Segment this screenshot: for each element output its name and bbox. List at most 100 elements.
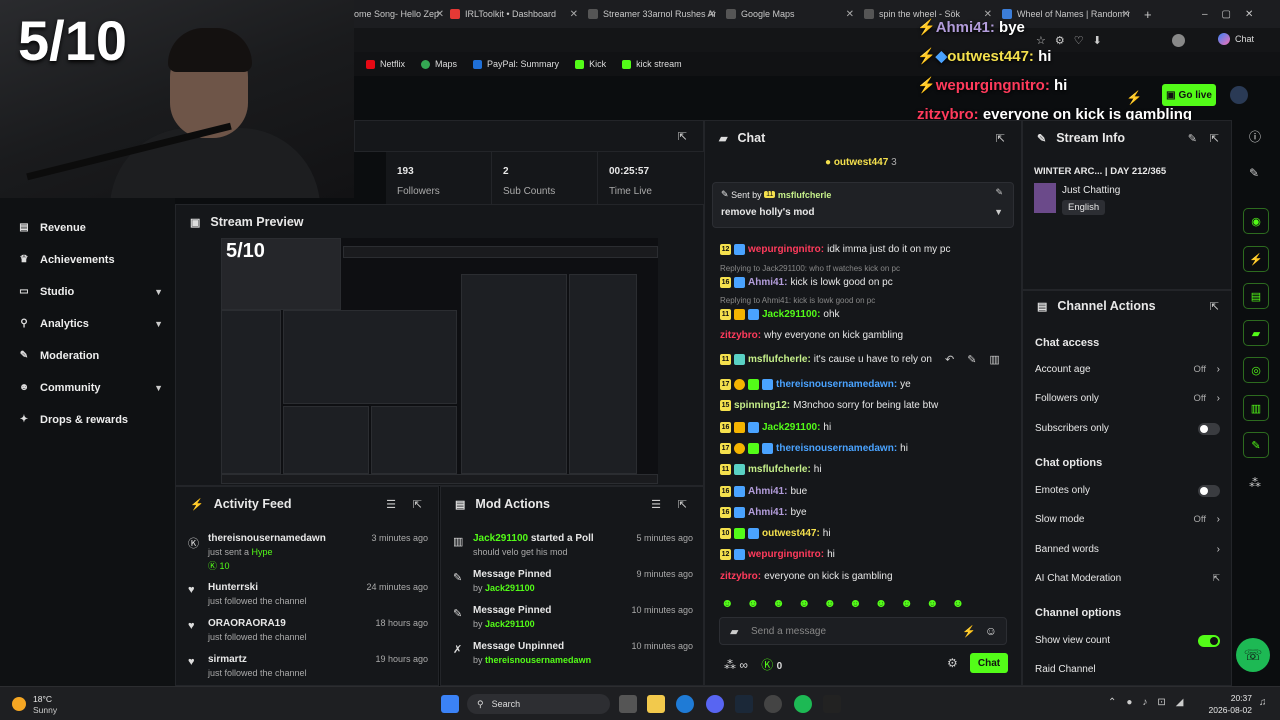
banned-words-row[interactable]: Banned words ›	[1035, 544, 1220, 555]
chat-message[interactable]: zitzybro: why everyone on kick gambling	[720, 327, 1006, 343]
sidebar-item-studio[interactable]: ▭ Studio ▼	[18, 286, 163, 298]
filter-icon[interactable]: ☰	[386, 498, 396, 511]
unpin-icon[interactable]: ✎	[995, 187, 1003, 198]
close-icon[interactable]: ✕	[570, 9, 578, 20]
chat-message[interactable]: 10 outwest447: hi	[720, 525, 1006, 541]
sidebar-item-achievements[interactable]: ♛ Achievements	[18, 254, 163, 266]
stat-time-live: 00:25:57 Time Live	[598, 152, 704, 204]
close-icon[interactable]: ✕	[846, 9, 854, 20]
camera-icon[interactable]: ◉	[1243, 208, 1269, 234]
popout-icon[interactable]: ⇱	[996, 132, 1005, 145]
info-icon[interactable]: ⓘ	[1249, 128, 1261, 145]
chat-bubble-icon[interactable]: ▰	[1243, 320, 1269, 346]
bolt-icon[interactable]: ⚡	[1243, 246, 1269, 272]
settings-gear-icon[interactable]: ⚙	[947, 656, 958, 670]
chat-message[interactable]: zitzybro: everyone on kick is gambling	[720, 568, 1006, 584]
sidebar-item-analytics[interactable]: ⚲ Analytics ▼	[18, 318, 163, 330]
chevron-down-icon[interactable]: ▼	[994, 207, 1003, 217]
row-label: Followers only	[1035, 393, 1099, 404]
chat-message[interactable]: 17 thereisnousernamedawn: hi	[720, 440, 1006, 456]
badge-icon	[762, 442, 773, 454]
bookmark-paypal[interactable]: PayPal: Summary	[473, 59, 559, 69]
ai-moderation-row[interactable]: AI Chat Moderation ⇱	[1035, 573, 1220, 584]
filter-icon[interactable]: ☰	[651, 498, 661, 511]
sidebar-item-moderation[interactable]: ✎ Moderation	[18, 350, 163, 362]
browser-tab[interactable]: ome Song- Hello Zep ✕	[354, 4, 444, 24]
edit-icon[interactable]: ✎	[1249, 166, 1259, 180]
close-icon[interactable]: ✕	[708, 9, 716, 20]
browser-tab[interactable]: Streamer 33arnol Rushes An ✕	[588, 4, 716, 24]
steam-icon[interactable]	[735, 695, 753, 713]
edit-icon[interactable]: ✎	[1188, 132, 1197, 145]
chat-message[interactable]: 16 Ahmi41: bue	[720, 483, 1006, 499]
obs-icon[interactable]	[764, 695, 782, 713]
taskbar-search[interactable]: ⚲ Search	[467, 694, 610, 714]
system-tray-icons[interactable]: ⌃●♪⊡◢	[1108, 697, 1194, 708]
bookmark-maps[interactable]: Maps	[421, 59, 457, 69]
task-view-icon[interactable]	[619, 695, 637, 713]
kick-emote-icon[interactable]: ⚡	[962, 625, 976, 638]
broadcast-icon[interactable]: ◎	[1243, 357, 1269, 383]
bookmark-netflix[interactable]: Netflix	[366, 59, 405, 69]
file-explorer-icon[interactable]	[647, 695, 665, 713]
chat-message[interactable]: 11 msflufcherle: hi	[720, 461, 1006, 477]
windows-start-icon[interactable]	[441, 695, 459, 713]
chat-input-box[interactable]: ▰ Send a message ⚡ ☺	[719, 617, 1007, 645]
layout-icon[interactable]: ▥	[1243, 395, 1269, 421]
stream-preview-video[interactable]: 5/10	[221, 238, 658, 484]
discord-icon[interactable]	[706, 695, 724, 713]
edge-icon[interactable]	[676, 695, 694, 713]
document-icon[interactable]: ▤	[1243, 283, 1269, 309]
emotes-only-toggle[interactable]	[1198, 484, 1220, 497]
emote-bar[interactable]: ☻☻☻☻☻☻☻☻☻☻	[721, 596, 1007, 612]
chat-message[interactable]: 16 Jack291100: hi	[720, 419, 1006, 435]
chat-user: Ahmi41:	[748, 276, 788, 288]
popout-icon[interactable]: ⇱	[413, 498, 422, 511]
chat-message[interactable]: 17 thereisnousernamedawn: ye	[720, 376, 1006, 392]
slow-mode-row[interactable]: Slow mode Off ›	[1035, 514, 1220, 525]
bookmark-kick-stream[interactable]: kick stream	[622, 59, 682, 69]
chat-input-placeholder[interactable]: Send a message	[751, 626, 826, 637]
chat-message[interactable]: 11 Jack291100: ohk	[720, 306, 1006, 322]
pinned-message[interactable]: ✎ Sent by 11 msflufcherle remove holly's…	[712, 182, 1014, 228]
pin-icon: ✎	[453, 608, 463, 620]
send-chat-button[interactable]: Chat	[970, 653, 1008, 673]
support-chat-icon[interactable]: ☏	[1236, 638, 1270, 672]
emoji-icon[interactable]: ☺	[985, 624, 997, 638]
account-age-row[interactable]: Account age Off ›	[1035, 364, 1220, 375]
close-icon[interactable]: ✕	[436, 9, 444, 20]
chat-message[interactable]: 11 msflufcherle: it's cause u have to rely…	[720, 351, 935, 367]
chat-message[interactable]: 16 Ahmi41: bye	[720, 504, 1006, 520]
app-icon[interactable]	[823, 695, 841, 713]
sidebar-item-community[interactable]: ☻ Community ▼	[18, 382, 163, 394]
popout-icon[interactable]: ⇱	[1210, 132, 1219, 145]
spotify-icon[interactable]	[794, 695, 812, 713]
chat-message[interactable]: 12 wepurgingnitro: hi	[720, 546, 1006, 562]
pinned-header: ✎ Sent by 11 msflufcherle	[721, 189, 831, 200]
sidebar-item-revenue[interactable]: ▤ Revenue	[18, 222, 163, 234]
mod-user: Jack291100	[473, 533, 529, 544]
popout-icon[interactable]: ⇱	[678, 130, 687, 143]
chat-message[interactable]: 15 spinning12: M3nchoo sorry for being lat…	[720, 397, 1006, 413]
browser-tab[interactable]: IRLToolkit • Dashboard ✕	[450, 4, 578, 24]
browser-tab[interactable]: Google Maps ✕	[726, 4, 854, 24]
level-badge: 12	[720, 548, 731, 560]
followers-only-row[interactable]: Followers only Off ›	[1035, 393, 1220, 404]
subscribers-only-toggle[interactable]	[1198, 422, 1220, 435]
hype-count-value: 10	[219, 561, 230, 571]
bookmark-kick[interactable]: Kick	[575, 59, 606, 69]
popout-icon[interactable]: ⇱	[1210, 300, 1219, 313]
wrench-icon[interactable]: ✎	[1243, 432, 1269, 458]
message-actions[interactable]: ↶✎▥	[945, 353, 1013, 366]
overlay-msg: hi	[1038, 48, 1052, 65]
users-icon[interactable]: ⁂	[1249, 476, 1261, 490]
raid-channel-row[interactable]: Raid Channel	[1035, 664, 1220, 675]
chat-message[interactable]: 16 Ahmi41: kick is lowk good on pc	[720, 274, 1006, 290]
crown-icon	[734, 421, 745, 433]
show-view-count-toggle[interactable]	[1198, 634, 1220, 647]
emotes-only-row: Emotes only	[1035, 484, 1220, 497]
chat-message[interactable]: 12 wepurgingnitro: idk imma just do it on …	[720, 241, 1006, 257]
notification-bell-icon[interactable]: ♫	[1259, 697, 1267, 708]
popout-icon[interactable]: ⇱	[678, 498, 687, 511]
sidebar-item-drops-rewards[interactable]: ✦ Drops & rewards	[18, 414, 163, 426]
